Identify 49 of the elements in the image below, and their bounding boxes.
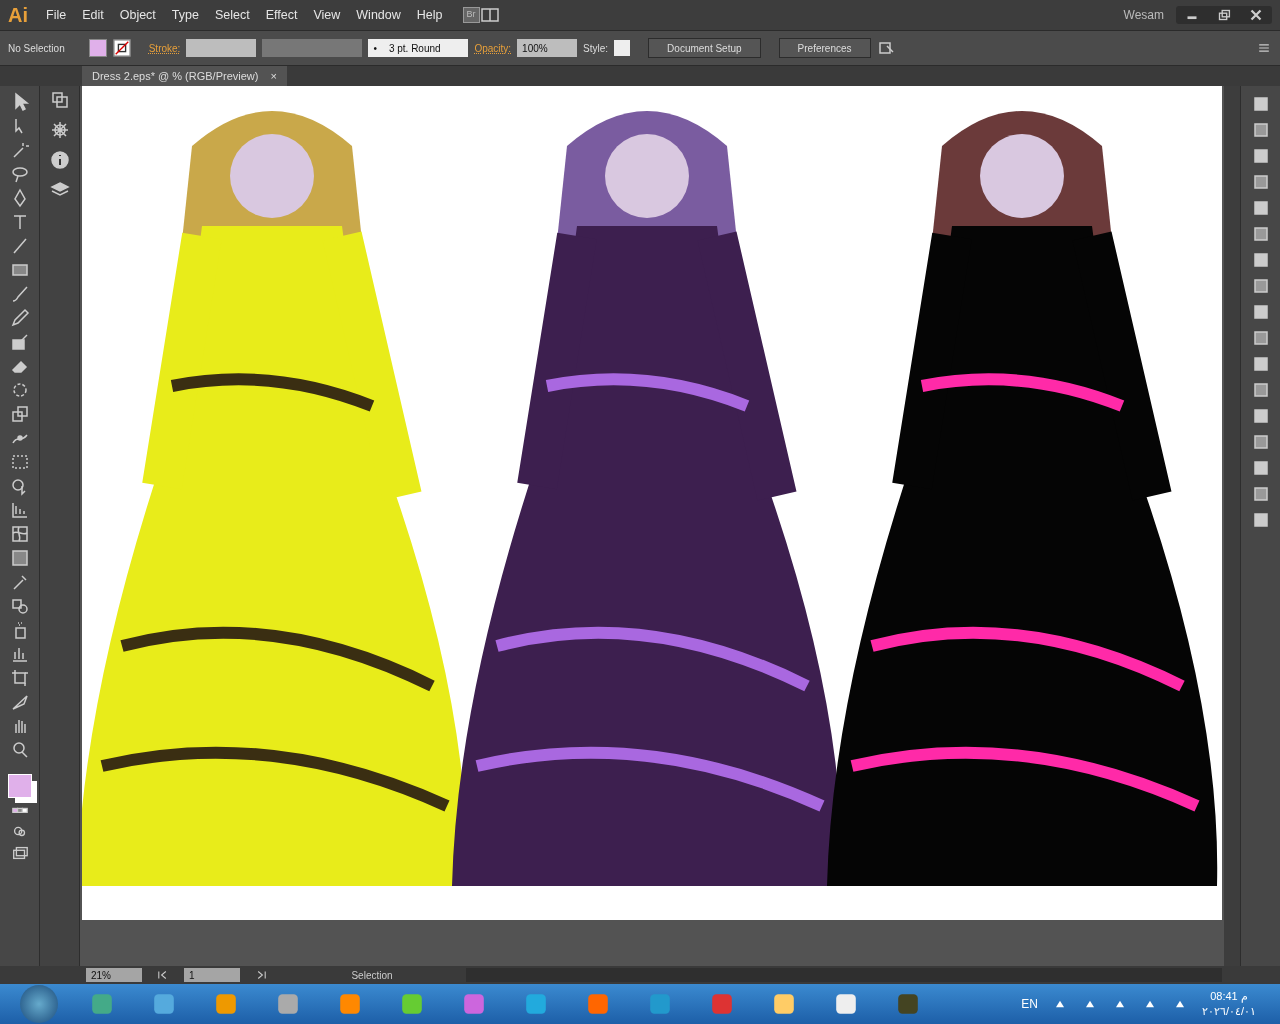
toolbar-button[interactable]: Document Setup — [648, 38, 761, 58]
gradient-tool-icon[interactable] — [9, 548, 30, 568]
artboard-field[interactable]: 1 — [184, 968, 240, 982]
style-swatch[interactable] — [614, 40, 631, 56]
blob-brush-icon[interactable] — [9, 332, 30, 352]
menu-item[interactable]: View — [305, 5, 349, 25]
menu-item[interactable]: Help — [408, 5, 451, 25]
opacity-label[interactable]: Opacity: — [474, 40, 512, 56]
style-label: Style: — [583, 41, 609, 56]
mesh-tool-icon[interactable] — [9, 524, 30, 544]
menu-item[interactable]: File — [38, 5, 75, 25]
toolbar-button[interactable]: Preferences — [778, 38, 871, 58]
document-tab[interactable]: Dress 2.eps* @ % (RGB/Preview) × — [82, 66, 287, 86]
fill-swatch[interactable] — [88, 39, 107, 57]
opacity-field[interactable]: 100% — [517, 39, 578, 57]
menu-item[interactable]: Window — [348, 5, 409, 25]
stroke-none-swatch[interactable] — [112, 39, 131, 57]
screen-mode-icon[interactable] — [10, 844, 29, 862]
brush-label: 3 pt. Round — [388, 41, 441, 56]
transform-panel-icon[interactable] — [49, 90, 70, 110]
clock-date[interactable]: ٢٠٢٦/٠٤/٠١ — [1201, 1004, 1256, 1019]
graph-tool-icon[interactable] — [9, 500, 30, 520]
menu-item[interactable]: Type — [163, 5, 207, 25]
blend-tool-icon[interactable] — [9, 596, 30, 616]
menu-item[interactable]: Edit — [74, 5, 112, 25]
app-logo: Ai — [7, 3, 29, 28]
lasso-icon[interactable] — [9, 164, 30, 184]
user-menu[interactable]: Wesam — [1123, 6, 1164, 24]
zoom-field[interactable]: 21% — [86, 968, 142, 982]
brush-dropdown[interactable]: • 3 pt. Round — [368, 39, 469, 57]
stroke-weight-field[interactable] — [186, 39, 257, 57]
menu-item[interactable]: Select — [206, 5, 258, 25]
pencil-icon[interactable] — [9, 308, 30, 328]
stroke-label[interactable]: Stroke: — [148, 40, 181, 56]
info-icon[interactable] — [49, 150, 70, 170]
selection-label: No Selection — [8, 41, 65, 56]
workspace-icon[interactable] — [479, 5, 500, 25]
status-tool-label[interactable]: Selection — [282, 967, 462, 983]
brush-dot-icon: • — [373, 40, 377, 56]
tab-close-button[interactable]: × — [270, 68, 277, 84]
clock-time[interactable]: 08:41 م — [1210, 989, 1248, 1004]
artboard-tool-icon[interactable] — [9, 668, 30, 688]
menu-item[interactable]: Effect — [257, 5, 306, 25]
menu-item[interactable]: Object — [111, 5, 164, 25]
navigator-wheel-icon[interactable] — [49, 120, 70, 140]
free-transform-icon[interactable] — [9, 452, 30, 472]
scale-tool-icon[interactable] — [9, 404, 30, 424]
start-button[interactable] — [20, 985, 58, 1023]
language-indicator[interactable]: EN — [1021, 995, 1038, 1013]
